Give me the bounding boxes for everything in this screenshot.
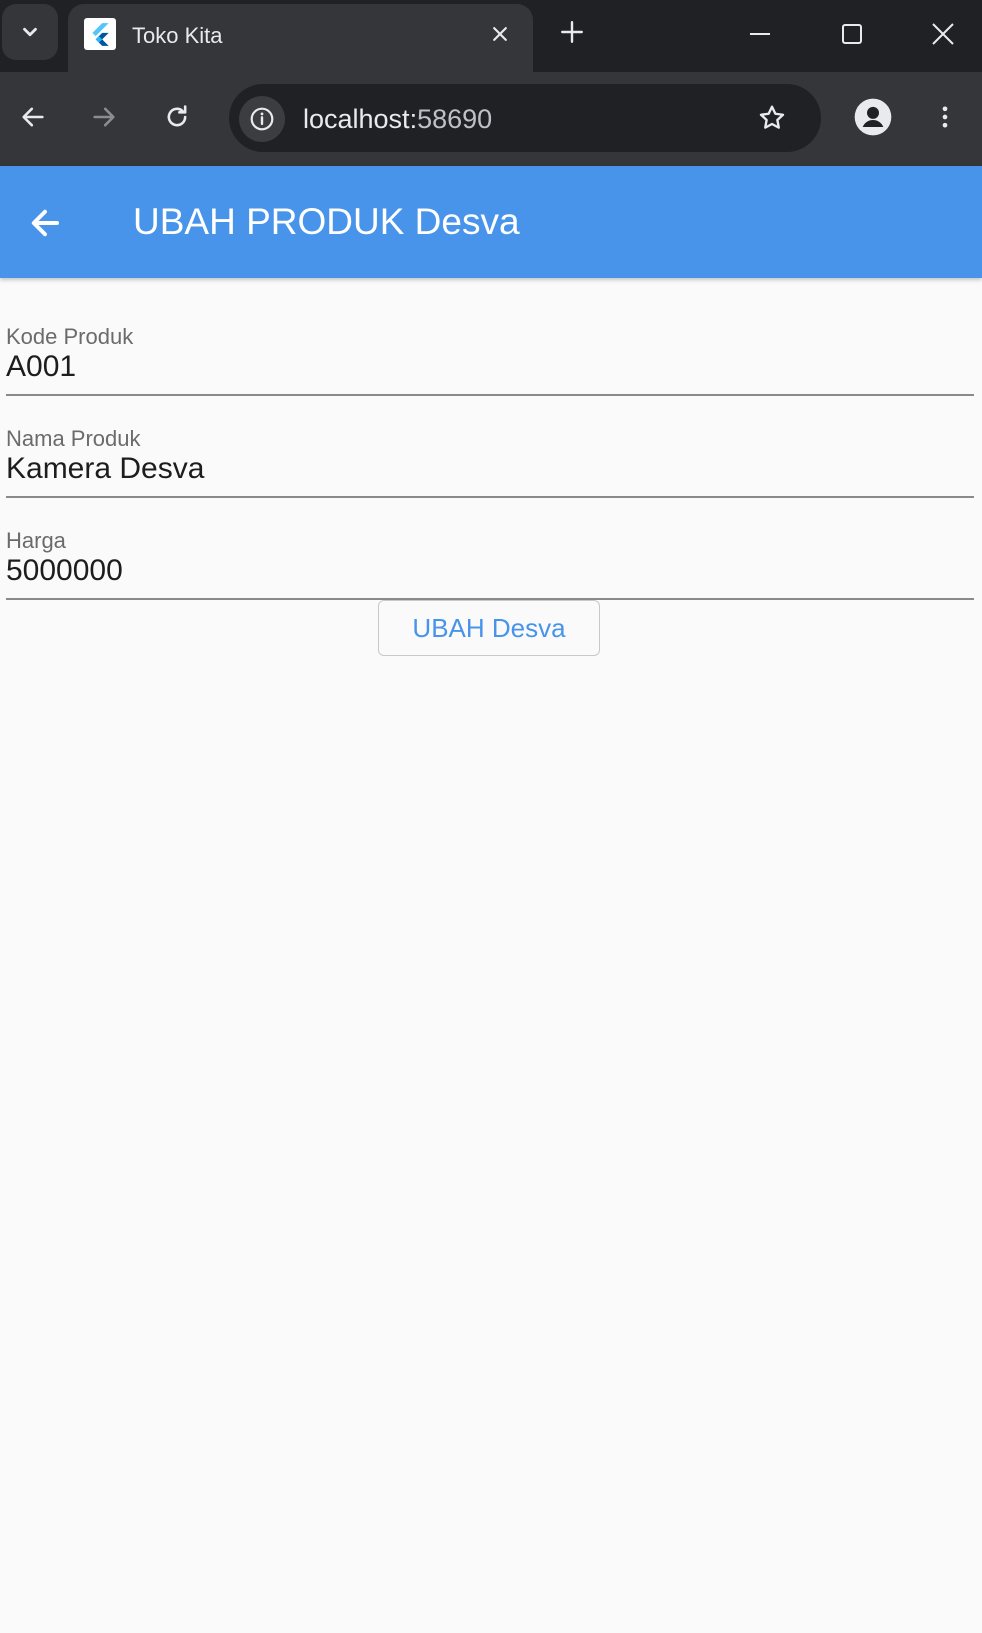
bookmark-button[interactable] xyxy=(749,95,795,141)
forward-button[interactable] xyxy=(81,94,127,140)
browser-toolbar: localhost:58690 xyxy=(0,72,982,166)
arrow-left-icon xyxy=(22,107,44,127)
harga-field[interactable]: Harga xyxy=(6,514,974,600)
page-title: UBAH PRODUK Desva xyxy=(133,201,520,242)
field-label: Harga xyxy=(6,528,66,553)
kode-produk-input[interactable] xyxy=(6,350,966,384)
nama-produk-field[interactable]: Nama Produk xyxy=(6,412,974,498)
profile-button[interactable] xyxy=(850,94,896,140)
nama-produk-input[interactable] xyxy=(6,452,966,486)
more-vertical-icon xyxy=(942,106,948,128)
browser-tabstrip: Toko Kita xyxy=(0,0,982,72)
minimize-icon xyxy=(750,33,770,35)
close-icon xyxy=(932,23,954,45)
arrow-left-icon xyxy=(31,209,59,237)
plus-icon xyxy=(561,21,583,43)
maximize-button[interactable] xyxy=(832,14,872,54)
url-host: localhost: xyxy=(303,104,418,134)
arrow-right-icon xyxy=(93,107,115,127)
ubah-button[interactable]: UBAH Desva xyxy=(378,600,600,656)
maximize-icon xyxy=(842,24,862,44)
harga-input[interactable] xyxy=(6,554,966,588)
reload-icon xyxy=(167,105,187,127)
minimize-button[interactable] xyxy=(740,14,780,54)
flutter-icon xyxy=(84,18,116,50)
tab-close-button[interactable] xyxy=(486,20,514,48)
window-close-button[interactable] xyxy=(923,14,963,54)
site-info-button[interactable] xyxy=(239,96,285,142)
kode-produk-field[interactable]: Kode Produk xyxy=(6,310,974,396)
new-tab-button[interactable] xyxy=(554,14,590,50)
url-text: localhost:58690 xyxy=(303,104,492,135)
reload-button[interactable] xyxy=(154,94,200,140)
chevron-down-icon xyxy=(23,27,37,37)
person-icon xyxy=(854,98,892,136)
field-label: Nama Produk xyxy=(6,426,141,451)
app-bar: UBAH PRODUK Desva xyxy=(0,166,982,278)
star-icon xyxy=(759,105,785,129)
tab-search-button[interactable] xyxy=(2,4,58,60)
address-bar[interactable]: localhost:58690 xyxy=(229,84,821,152)
close-icon xyxy=(493,27,507,41)
info-icon xyxy=(250,107,274,131)
browser-tab-active[interactable]: Toko Kita xyxy=(68,4,533,72)
back-button[interactable] xyxy=(10,94,56,140)
browser-menu-button[interactable] xyxy=(922,94,968,140)
app-back-button[interactable] xyxy=(22,200,68,246)
tab-title: Toko Kita xyxy=(132,23,223,48)
url-port: 58690 xyxy=(417,104,493,134)
field-label: Kode Produk xyxy=(6,324,134,349)
